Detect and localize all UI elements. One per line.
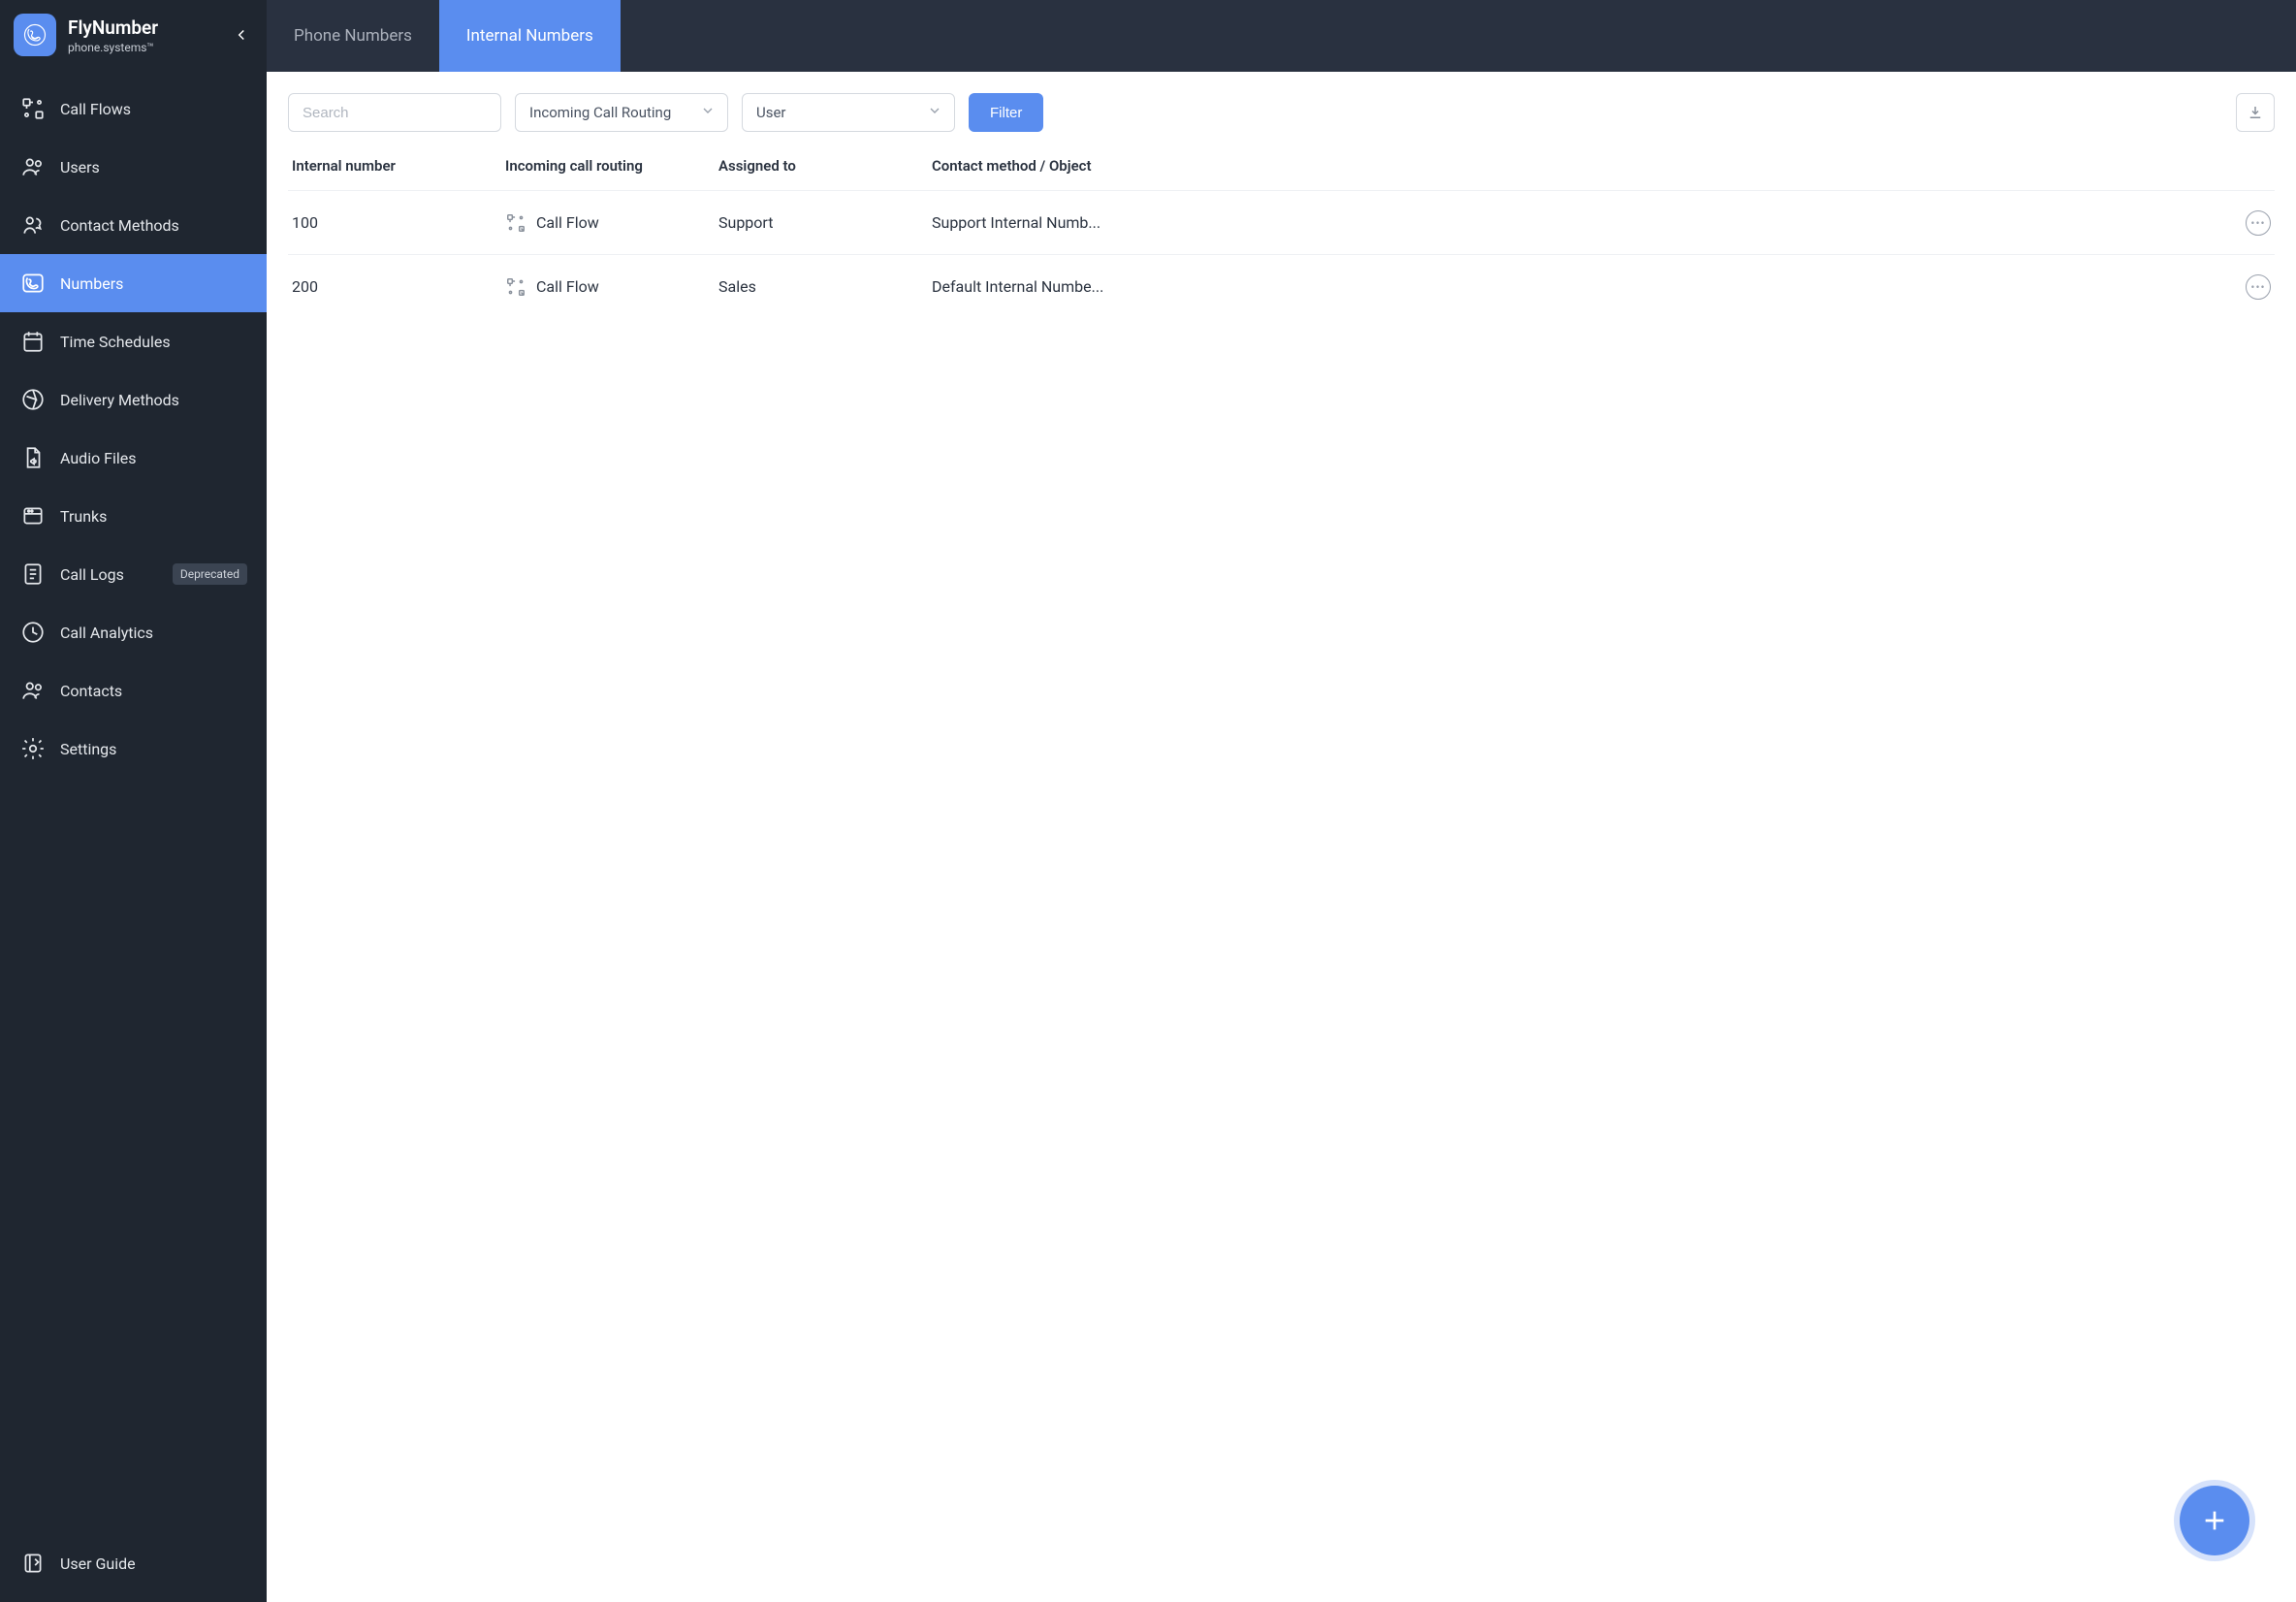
settings-icon — [19, 735, 47, 762]
sidebar-item-users[interactable]: Users — [0, 138, 267, 196]
incoming-call-routing-select[interactable]: Incoming Call Routing — [515, 93, 728, 132]
table-row[interactable]: 200 Call Flow Sales Default Internal Num… — [288, 254, 2275, 318]
add-button[interactable] — [2180, 1486, 2249, 1555]
sidebar-item-contact-methods[interactable]: Contact Methods — [0, 196, 267, 254]
tab-internal-numbers[interactable]: Internal Numbers — [439, 0, 621, 72]
callflow-icon — [505, 212, 526, 234]
user-select[interactable]: User — [742, 93, 955, 132]
chevron-down-icon — [700, 103, 716, 122]
numbers-icon — [19, 270, 47, 297]
tab-label: Internal Numbers — [466, 26, 593, 46]
select-label: User — [756, 104, 786, 121]
guide-icon — [19, 1550, 47, 1577]
users-icon — [19, 153, 47, 180]
filter-button[interactable]: Filter — [969, 93, 1043, 132]
sidebar-item-label: Trunks — [60, 507, 107, 526]
tab-phone-numbers[interactable]: Phone Numbers — [267, 0, 439, 72]
calllogs-icon — [19, 561, 47, 588]
sidebar-item-label: User Guide — [60, 1554, 136, 1573]
table-row[interactable]: 100 Call Flow Support Support Internal N… — [288, 190, 2275, 254]
th-contact-method-object: Contact method / Object — [932, 157, 2213, 175]
table-header: Internal number Incoming call routing As… — [288, 157, 2275, 190]
brand-icon — [14, 14, 56, 56]
calendar-icon — [19, 328, 47, 355]
callflow-icon — [505, 276, 526, 298]
brand-text: FlyNumber phone.systems™ — [68, 16, 158, 54]
cell-internal-number: 100 — [292, 213, 505, 232]
cell-internal-number: 200 — [292, 277, 505, 296]
more-icon: ••• — [2250, 281, 2265, 293]
content: Incoming Call Routing User Filter Intern… — [267, 72, 2296, 1602]
sidebar-item-label: Contacts — [60, 682, 122, 700]
sidebar-item-label: Audio Files — [60, 449, 137, 467]
tab-label: Phone Numbers — [294, 26, 412, 46]
cell-assigned-to: Sales — [718, 277, 932, 296]
sidebar-item-call-analytics[interactable]: Call Analytics — [0, 603, 267, 661]
callflows-icon — [19, 95, 47, 122]
chevron-down-icon — [927, 103, 942, 122]
sidebar-footer: User Guide — [0, 1534, 267, 1602]
more-icon: ••• — [2250, 217, 2265, 229]
sidebar-item-contacts[interactable]: Contacts — [0, 661, 267, 720]
sidebar-nav: Call Flows Users Contact Methods Numbers — [0, 70, 267, 1534]
sidebar-item-label: Numbers — [60, 274, 123, 293]
delivery-icon — [19, 386, 47, 413]
sidebar-item-label: Delivery Methods — [60, 391, 179, 409]
sidebar-item-call-logs[interactable]: Call Logs Deprecated — [0, 545, 267, 603]
cell-routing-label: Call Flow — [536, 277, 599, 296]
sidebar-item-trunks[interactable]: Trunks — [0, 487, 267, 545]
sidebar-item-label: Time Schedules — [60, 333, 171, 351]
row-actions-button[interactable]: ••• — [2246, 210, 2271, 236]
main: Phone Numbers Internal Numbers Incoming … — [267, 0, 2296, 1602]
sidebar-header: FlyNumber phone.systems™ — [0, 0, 267, 70]
sidebar-item-label: Settings — [60, 740, 116, 758]
brand-title: FlyNumber — [68, 16, 158, 39]
sidebar-item-settings[interactable]: Settings — [0, 720, 267, 778]
analytics-icon — [19, 619, 47, 646]
brand-subtitle: phone.systems™ — [68, 41, 158, 54]
sidebar: FlyNumber phone.systems™ Call Flows User… — [0, 0, 267, 1602]
tab-bar: Phone Numbers Internal Numbers — [267, 0, 2296, 72]
th-incoming-call-routing: Incoming call routing — [505, 157, 718, 175]
contact-methods-icon — [19, 211, 47, 239]
cell-routing: Call Flow — [505, 212, 718, 234]
cell-contact-object: Default Internal Numbe... — [932, 277, 2213, 296]
sidebar-item-label: Contact Methods — [60, 216, 179, 235]
sidebar-item-label: Call Flows — [60, 100, 131, 118]
export-button[interactable] — [2236, 93, 2275, 132]
select-label: Incoming Call Routing — [529, 104, 671, 121]
audio-icon — [19, 444, 47, 471]
cell-assigned-to: Support — [718, 213, 932, 232]
search-input[interactable] — [288, 93, 501, 132]
sidebar-collapse-button[interactable] — [230, 23, 253, 47]
sidebar-item-label: Call Logs — [60, 565, 124, 584]
cell-contact-object: Support Internal Numb... — [932, 213, 2213, 232]
sidebar-item-user-guide[interactable]: User Guide — [0, 1534, 267, 1592]
cell-routing: Call Flow — [505, 276, 718, 298]
filter-row: Incoming Call Routing User Filter — [288, 93, 2275, 132]
sidebar-item-call-flows[interactable]: Call Flows — [0, 80, 267, 138]
contacts-icon — [19, 677, 47, 704]
sidebar-item-audio-files[interactable]: Audio Files — [0, 429, 267, 487]
deprecated-badge: Deprecated — [173, 563, 247, 585]
sidebar-item-time-schedules[interactable]: Time Schedules — [0, 312, 267, 370]
sidebar-item-numbers[interactable]: Numbers — [0, 254, 267, 312]
th-internal-number: Internal number — [292, 157, 505, 175]
th-assigned-to: Assigned to — [718, 157, 932, 175]
sidebar-item-delivery-methods[interactable]: Delivery Methods — [0, 370, 267, 429]
row-actions-button[interactable]: ••• — [2246, 274, 2271, 300]
sidebar-item-label: Call Analytics — [60, 624, 153, 642]
cell-routing-label: Call Flow — [536, 213, 599, 232]
trunks-icon — [19, 502, 47, 529]
sidebar-item-label: Users — [60, 158, 100, 176]
